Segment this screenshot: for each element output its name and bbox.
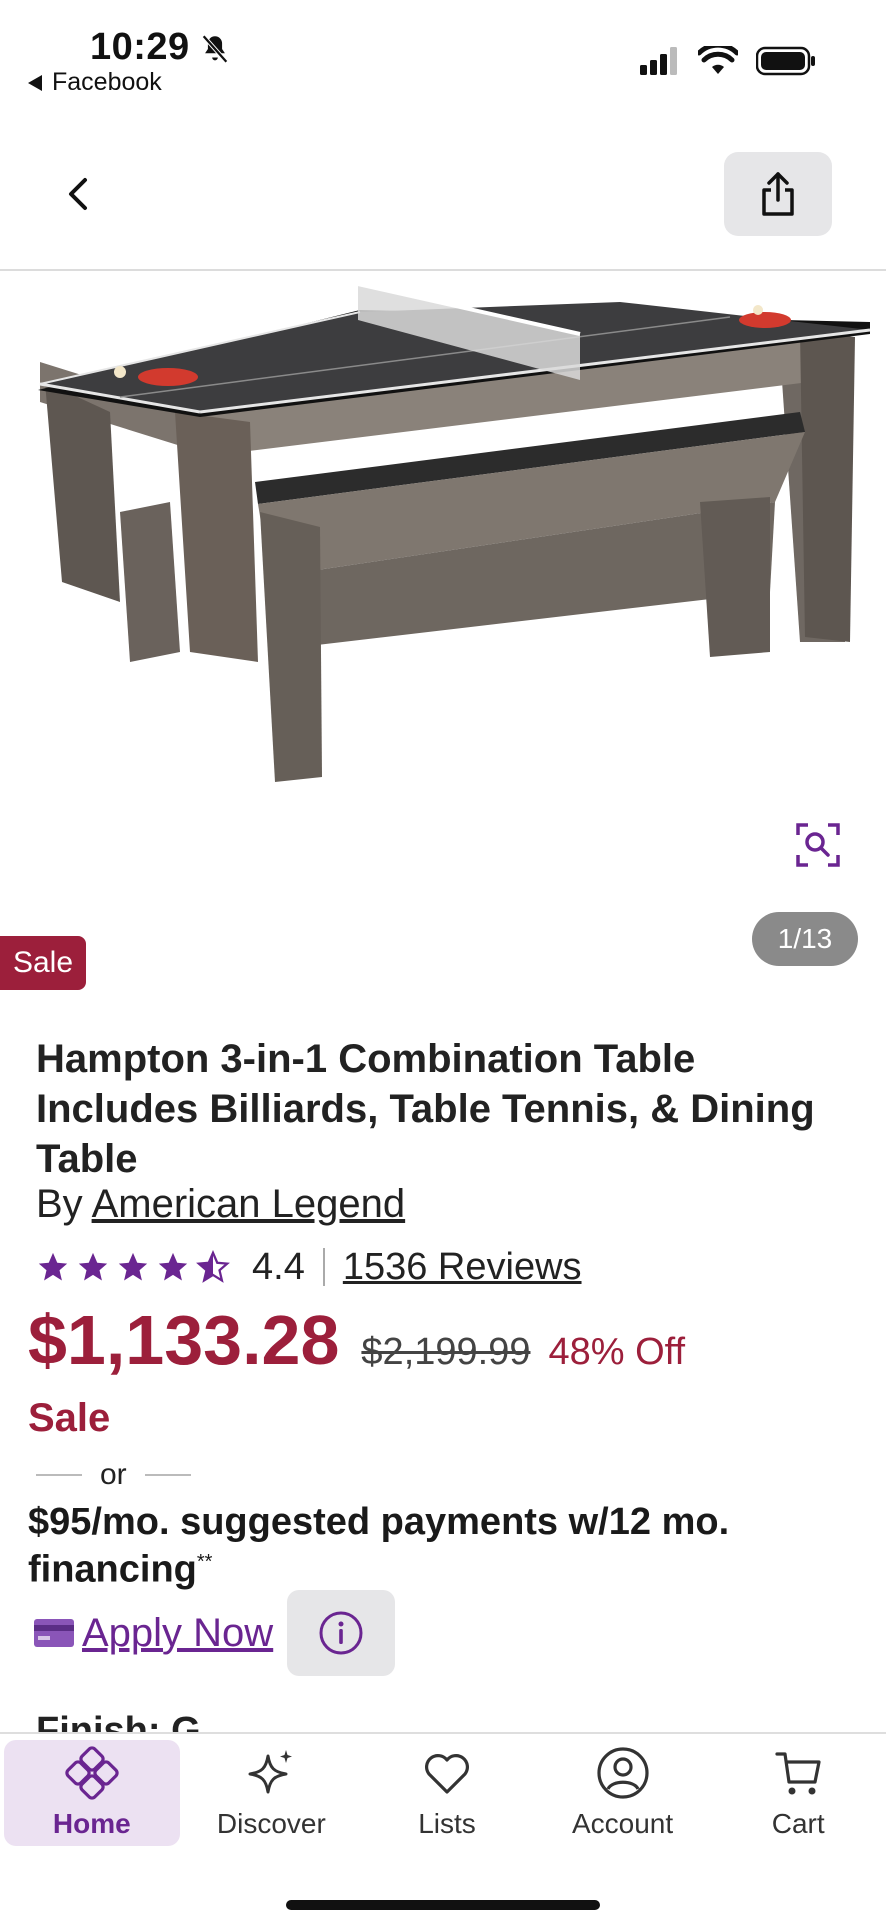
home-icon — [65, 1746, 119, 1800]
brand-byline: By American Legend — [36, 1182, 405, 1227]
wifi-icon — [698, 46, 738, 74]
financing-footnote-mark: ** — [196, 1551, 213, 1573]
rating-row: 4.4 1536 Reviews — [36, 1242, 582, 1292]
star-full-icon — [158, 1252, 188, 1281]
tab-lists[interactable]: Lists — [359, 1738, 535, 1848]
rating-value: 4.4 — [252, 1245, 305, 1288]
reviews-link[interactable]: 1536 Reviews — [343, 1246, 582, 1289]
or-line-right — [144, 1474, 191, 1476]
brand-link[interactable]: American Legend — [92, 1182, 406, 1226]
or-text: or — [100, 1458, 127, 1491]
tab-account-label: Account — [571, 1808, 674, 1839]
star-half-icon — [196, 1250, 230, 1283]
product-image — [38, 282, 871, 782]
product-title: Hampton 3-in-1 Combination Table Include… — [36, 1037, 815, 1181]
sale-badge: Sale — [0, 936, 86, 990]
tab-discover-label: Discover — [216, 1808, 326, 1839]
star-full-icon — [118, 1252, 148, 1281]
tab-home-label: Home — [52, 1808, 131, 1839]
status-icons — [640, 46, 816, 76]
star-full-icon — [38, 1252, 68, 1281]
battery-icon — [756, 46, 815, 76]
signal-icon — [640, 47, 677, 75]
heart-icon — [425, 1754, 469, 1794]
cart-icon — [775, 1752, 821, 1795]
price-row: $1,133.28 $2,199.99 48% Off — [28, 1300, 685, 1380]
star-rating — [36, 1250, 230, 1284]
financing-text: $95/mo. suggested payments w/12 mo. fina… — [28, 1502, 868, 1590]
info-icon — [319, 1611, 363, 1655]
discount-label: 48% Off — [548, 1331, 686, 1373]
star-full-icon — [78, 1252, 108, 1281]
tab-lists-label: Lists — [418, 1808, 476, 1839]
tab-cart-label: Cart — [771, 1808, 825, 1839]
rating-divider — [322, 1248, 325, 1286]
account-icon — [596, 1747, 649, 1799]
or-separator: or — [36, 1458, 191, 1492]
image-counter: 1/13 — [752, 912, 858, 966]
tab-account[interactable]: Account — [535, 1738, 711, 1848]
original-price: $2,199.99 — [361, 1331, 531, 1373]
nav-header — [0, 110, 886, 271]
home-indicator — [286, 1900, 600, 1910]
back-app-label: Facebook — [52, 68, 162, 96]
or-line-left — [36, 1474, 82, 1476]
financing-info-button[interactable] — [287, 1590, 396, 1676]
bottom-tab-bar: Home Discover Lists Account Cart — [0, 1732, 886, 1920]
product-image-carousel[interactable]: 1/13 — [0, 272, 886, 972]
sale-price: $1,133.28 — [28, 1301, 340, 1379]
tab-home[interactable]: Home — [4, 1740, 180, 1846]
sale-label: Sale — [28, 1396, 111, 1440]
zoom-button[interactable] — [790, 817, 846, 873]
by-prefix: By — [36, 1182, 83, 1226]
finish-section-cutoff: Finish: G... — [36, 1710, 233, 1732]
sparkle-icon — [248, 1750, 293, 1794]
back-triangle-icon — [28, 74, 42, 91]
share-button[interactable] — [724, 152, 832, 236]
credit-card-icon — [34, 1619, 74, 1647]
back-button[interactable] — [48, 164, 108, 224]
apply-now-link[interactable]: Apply Now — [82, 1611, 273, 1656]
bell-slash-icon — [202, 34, 228, 64]
zoom-search-icon — [796, 823, 840, 867]
tab-cart[interactable]: Cart — [710, 1738, 886, 1848]
apply-row: Apply Now — [34, 1590, 396, 1676]
status-time: 10:29 — [90, 26, 190, 68]
share-icon — [762, 172, 794, 216]
tab-discover[interactable]: Discover — [184, 1738, 360, 1848]
financing-label: $95/mo. suggested payments w/12 mo. fina… — [28, 1501, 730, 1591]
status-bar: 10:29 Facebook — [0, 0, 886, 110]
chevron-left-icon — [69, 178, 87, 210]
back-to-app-link[interactable]: Facebook — [28, 68, 162, 97]
